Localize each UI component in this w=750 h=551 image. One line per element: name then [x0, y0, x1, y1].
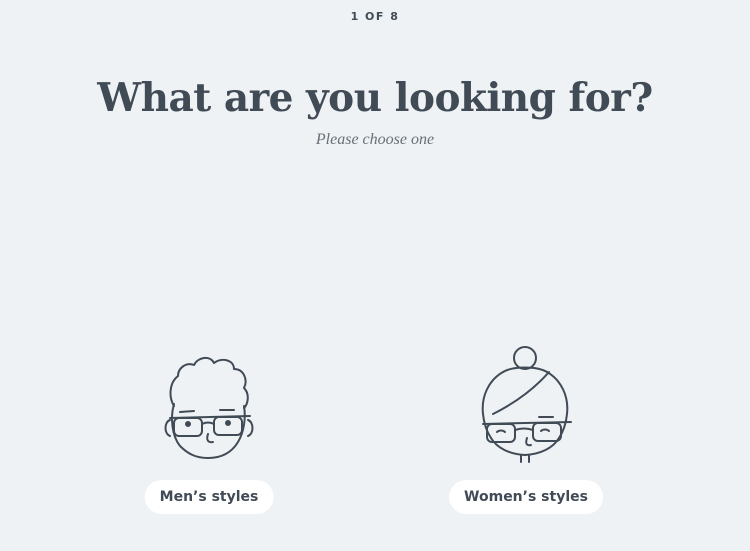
- step-indicator: 1 OF 8: [350, 10, 400, 23]
- man-face-icon: [114, 338, 304, 464]
- page-subtitle: Please choose one: [315, 131, 435, 148]
- page-title: What are you looking for?: [97, 75, 653, 121]
- mens-styles-option[interactable]: Men’s styles: [114, 338, 304, 528]
- womens-styles-option[interactable]: Women’s styles: [431, 338, 621, 528]
- mens-styles-button[interactable]: Men’s styles: [144, 480, 274, 514]
- womens-styles-button[interactable]: Women’s styles: [449, 480, 603, 514]
- woman-face-icon: [431, 338, 621, 464]
